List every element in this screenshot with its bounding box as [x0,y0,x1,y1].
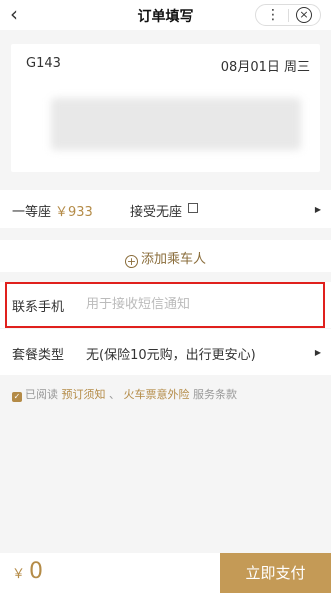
more-icon[interactable]: ⋮ [266,7,280,23]
add-passenger-label: 添加乘车人 [140,252,206,267]
agree-suffix: 服务条款 [193,388,237,401]
train-number: G143 [26,56,61,71]
train-info-card: G143 08月01日 周三 [11,44,320,172]
package-row[interactable]: 套餐类型 无(保险10元购，出行更安心) ▶ [0,329,331,375]
package-arrow-icon: ▶ [314,348,321,357]
pay-now-button[interactable]: 立即支付 [220,553,331,593]
travel-date: 08月01日 周三 [220,60,310,75]
booking-notice-link[interactable]: 预订须知 [62,388,106,401]
plus-circle-icon: + [124,255,138,268]
seat-row[interactable]: 一等座 ￥933 接受无座 ▶ [0,190,331,228]
package-value: 无(保险10元购，出行更安心) [86,348,256,363]
add-passenger-button[interactable]: + 添加乘车人 [0,240,331,272]
agreement: ✓ 已阅读 预订须知 、 火车票意外险 服务条款 [12,386,237,402]
close-icon[interactable]: × [296,7,312,23]
agree-checkbox[interactable]: ✓ [12,392,22,402]
mini-program-capsule: ⋮ × [255,4,321,26]
total-amount: ￥ 0 [12,559,43,584]
nav-bar: ‹ 订单填写 ⋮ × [0,0,331,30]
package-label: 套餐类型 [12,348,65,363]
seat-class: 一等座 [12,205,52,220]
seat-price: ￥933 [55,205,93,220]
no-seat-checkbox[interactable] [188,203,198,213]
bottom-bar: ￥ 0 立即支付 [0,553,331,593]
amount-value: 0 [29,559,44,584]
highlight-box [5,282,325,328]
currency-symbol: ￥ [12,567,26,582]
seat-arrow-icon: ▶ [314,205,321,214]
agree-separator: 、 [109,388,120,401]
insurance-link[interactable]: 火车票意外险 [124,388,190,401]
capsule-divider [288,9,289,22]
no-seat-label: 接受无座 [130,205,183,220]
blurred-schedule [51,98,301,150]
agree-prefix: 已阅读 [25,388,58,401]
